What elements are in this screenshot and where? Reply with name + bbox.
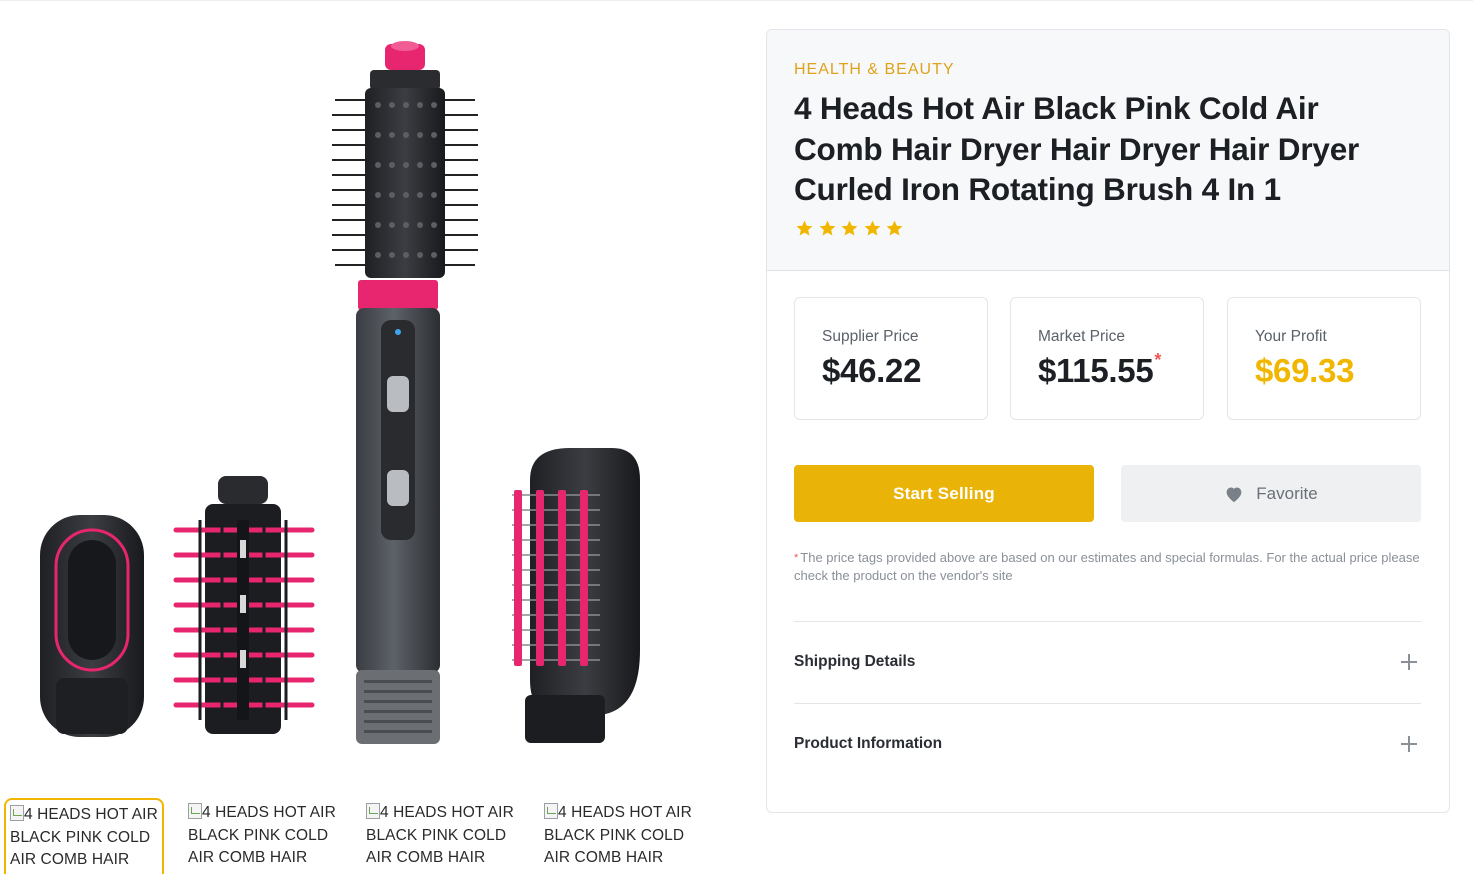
star-icon [886,220,903,236]
broken-image-icon [366,803,380,819]
disclaimer-text: The price tags provided above are based … [794,550,1420,583]
supplier-price-box: Supplier Price $46.22 [794,297,988,420]
product-title: 4 Heads Hot Air Black Pink Cold Air Comb… [794,90,1360,208]
accordion-label: Product Information [794,735,943,752]
thumbnail-3[interactable]: 4 HEADS HOT AIR BLACK PINK COLD AIR COMB… [362,798,522,874]
accordion-shipping-details[interactable]: Shipping Details [794,623,1421,703]
heart-icon [1226,486,1242,502]
thumbnail-2[interactable]: 4 HEADS HOT AIR BLACK PINK COLD AIR COMB… [184,798,344,874]
product-header: HEALTH & BEAUTY 4 Heads Hot Air Black Pi… [767,30,1449,271]
rating-stars [795,219,904,241]
hair-dryer-brush-illustration [40,41,640,744]
thumbnail-strip: 4 HEADS HOT AIR BLACK PINK COLD AIR COMB… [4,798,734,874]
market-price-box: Market Price $115.55* [1010,297,1204,420]
accordion-divider [794,621,1421,622]
thumbnail-1[interactable]: 4 HEADS HOT AIR BLACK PINK COLD AIR COMB… [4,798,164,874]
product-category[interactable]: HEALTH & BEAUTY [794,61,955,79]
top-divider [0,0,1473,1]
plus-icon[interactable] [1401,736,1417,752]
accordion-label: Shipping Details [794,653,916,670]
star-icon [796,220,813,236]
market-price-value: $115.55 [1038,352,1154,389]
market-price-asterisk: * [1154,350,1162,370]
profit-label: Your Profit [1255,328,1327,345]
start-selling-label: Start Selling [893,483,995,503]
star-icon [841,220,858,236]
profit-value: $69.33 [1255,352,1355,389]
favorite-label: Favorite [1256,483,1318,503]
disclaimer-asterisk: * [794,552,799,564]
product-details-card: HEALTH & BEAUTY 4 Heads Hot Air Black Pi… [766,29,1450,813]
broken-image-icon [544,803,558,819]
start-selling-button[interactable]: Start Selling [794,465,1094,522]
thumbnail-alt-text: 4 HEADS HOT AIR BLACK PINK COLD AIR COMB… [10,805,158,869]
favorite-button[interactable]: Favorite [1121,465,1421,522]
broken-image-icon [188,803,202,819]
market-price-value-wrap: $115.55* [1038,350,1162,390]
star-icon [864,220,880,236]
supplier-price-label: Supplier Price [822,328,919,345]
thumbnail-alt-text: 4 HEADS HOT AIR BLACK PINK COLD AIR COMB… [366,803,514,867]
profit-box: Your Profit $69.33 [1227,297,1421,420]
accordion-product-information[interactable]: Product Information [794,705,1421,785]
thumbnail-alt-text: 4 HEADS HOT AIR BLACK PINK COLD AIR COMB… [188,803,336,867]
price-disclaimer: * The price tags provided above are based… [794,549,1424,585]
supplier-price-value: $46.22 [822,352,922,389]
plus-icon[interactable] [1401,654,1417,670]
thumbnail-alt-text: 4 HEADS HOT AIR BLACK PINK COLD AIR COMB… [544,803,692,867]
product-main-image[interactable] [0,10,740,785]
market-price-label: Market Price [1038,328,1125,345]
thumbnail-4[interactable]: 4 HEADS HOT AIR BLACK PINK COLD AIR COMB… [540,798,700,874]
broken-image-icon [10,805,24,821]
star-icon [819,220,835,236]
accordion-divider [794,703,1421,704]
